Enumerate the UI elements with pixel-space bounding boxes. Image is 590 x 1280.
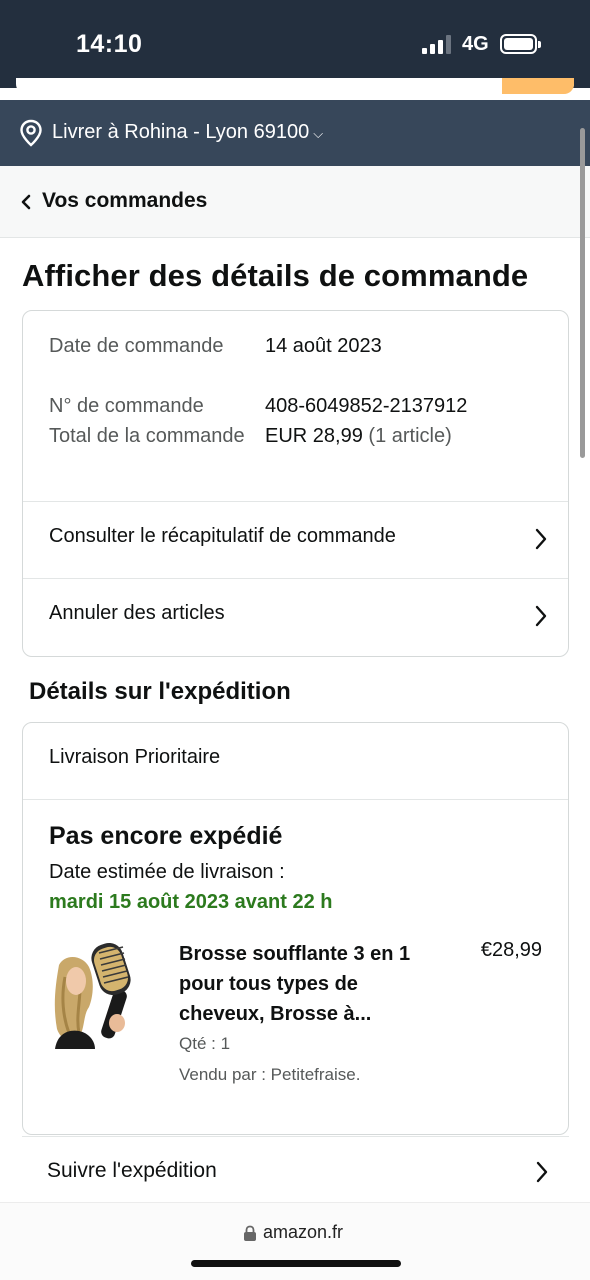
track-shipment-link[interactable]: Suivre l'expédition: [22, 1136, 569, 1202]
browser-url: amazon.fr: [263, 1222, 344, 1242]
product-image[interactable]: [49, 937, 157, 1049]
back-to-orders-link[interactable]: Vos commandes: [0, 166, 590, 238]
delivery-location-label: Livrer à Rohina - Lyon 69100: [52, 121, 310, 143]
order-date-value: 14 août 2023: [265, 335, 382, 357]
product-seller: Vendu par : Petitefraise.: [179, 1065, 361, 1084]
shipment-status: Pas encore expédié: [49, 822, 283, 850]
browser-url-bar[interactable]: amazon.fr: [0, 1202, 590, 1280]
estimated-delivery-date: mardi 15 août 2023 avant 22 h: [49, 891, 333, 913]
status-time: 14:10: [76, 30, 143, 58]
order-total-value: EUR 28,99: [265, 425, 363, 447]
search-button[interactable]: [502, 78, 574, 94]
network-type: 4G: [462, 33, 489, 55]
order-number-label: N° de commande: [49, 395, 204, 417]
battery-icon: [500, 34, 541, 54]
divider: [23, 799, 568, 800]
view-order-summary-link[interactable]: Consulter le récapitulatif de commande: [23, 502, 568, 578]
product-title-link[interactable]: Brosse soufflante 3 en 1 pour tous types…: [179, 939, 439, 1029]
chevron-down-icon: ⌵: [313, 126, 324, 141]
product-quantity: Qté : 1: [179, 1034, 231, 1053]
order-date-label: Date de commande: [49, 335, 224, 357]
cancel-items-link[interactable]: Annuler des articles: [23, 579, 568, 655]
search-bar[interactable]: [16, 78, 574, 94]
view-order-summary-label: Consulter le récapitulatif de commande: [49, 525, 396, 547]
chevron-right-icon: [536, 1161, 548, 1183]
track-shipment-label: Suivre l'expédition: [47, 1159, 217, 1182]
estimated-delivery-label: Date estimée de livraison :: [49, 861, 285, 883]
page-title: Afficher des détails de commande: [22, 258, 529, 293]
home-indicator[interactable]: [191, 1260, 401, 1267]
order-summary-card: Date de commande 14 août 2023 N° de comm…: [22, 310, 569, 657]
order-number-value: 408-6049852-2137912: [265, 395, 468, 417]
location-pin-icon: [20, 119, 42, 147]
status-bar: 14:10 4G: [0, 0, 590, 94]
scrollbar[interactable]: [580, 128, 585, 458]
chevron-right-icon: [535, 528, 547, 550]
chevron-left-icon: [21, 194, 31, 210]
product-price: €28,99: [480, 939, 542, 961]
shipment-section-title: Détails sur l'expédition: [29, 678, 291, 705]
delivery-location-bar[interactable]: Livrer à Rohina - Lyon 69100 ⌵: [0, 100, 590, 166]
chevron-right-icon: [535, 605, 547, 627]
shipping-method: Livraison Prioritaire: [49, 746, 221, 768]
shipment-card: Livraison Prioritaire Pas encore expédié…: [22, 722, 569, 1135]
cellular-signal-icon: [422, 34, 454, 54]
order-item-count: (1 article): [368, 425, 452, 447]
back-link-label: Vos commandes: [42, 189, 208, 212]
cancel-items-label: Annuler des articles: [49, 602, 225, 624]
lock-icon: [244, 1225, 256, 1241]
order-total-label: Total de la commande: [49, 425, 245, 447]
